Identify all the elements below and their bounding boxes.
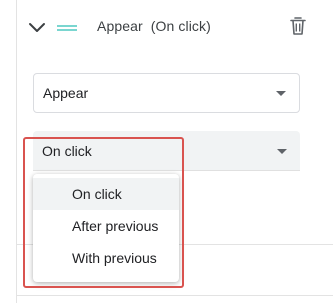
animation-effect-name: Appear — [97, 18, 143, 34]
effect-select-value: Appear — [43, 85, 89, 101]
animation-trigger-name: On click — [155, 18, 207, 34]
section-divider — [17, 295, 333, 296]
menu-item-after-previous[interactable]: After previous — [33, 210, 179, 242]
trigger-dropdown-menu: On click After previous With previous — [33, 174, 179, 282]
chevron-down-icon[interactable] — [27, 17, 47, 37]
caret-down-icon — [277, 148, 287, 154]
menu-item-with-previous[interactable]: With previous — [33, 242, 179, 274]
animation-panel: Appear (On click) Appear On click On clic… — [0, 0, 333, 303]
trigger-select-value: On click — [42, 142, 92, 159]
animation-item-header[interactable]: Appear (On click) — [17, 0, 333, 56]
trash-icon[interactable] — [287, 15, 309, 37]
menu-item-on-click[interactable]: On click — [33, 178, 179, 210]
effect-select[interactable]: Appear — [33, 73, 300, 113]
caret-down-icon — [276, 91, 286, 96]
animation-lines-icon — [57, 25, 77, 31]
trigger-select[interactable]: On click — [33, 131, 300, 171]
animation-title: Appear (On click) — [97, 18, 211, 34]
